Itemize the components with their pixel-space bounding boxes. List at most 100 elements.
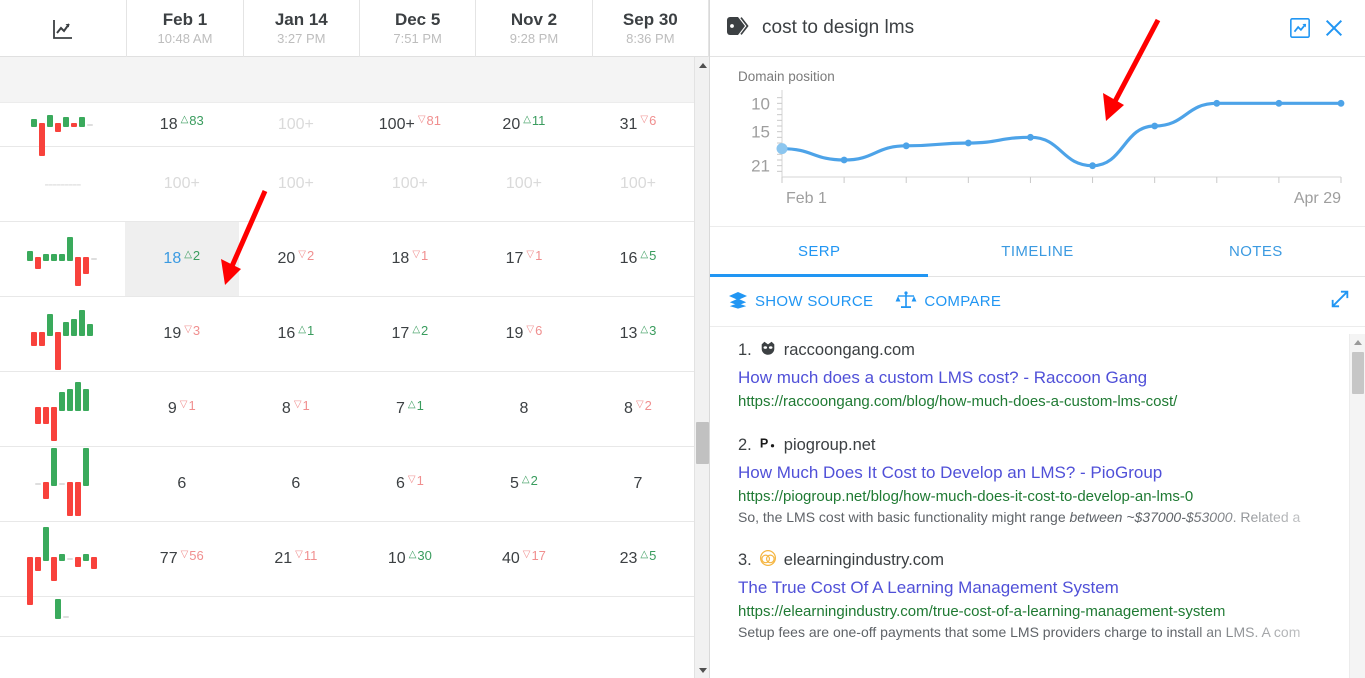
scroll-up-icon[interactable] (695, 57, 709, 73)
rank-cell[interactable]: 6 ▽ 1 (353, 447, 467, 521)
column-header-1[interactable]: Jan 14 3:27 PM (244, 0, 360, 57)
rank-cell[interactable]: 7 △ 1 (353, 372, 467, 446)
rank-cell[interactable]: 100+ (353, 147, 467, 221)
serp-result-title-link[interactable]: The True Cost Of A Learning Management S… (738, 577, 1349, 599)
serp-result-url[interactable]: https://piogroup.net/blog/how-much-does-… (738, 486, 1349, 507)
rank-cell[interactable]: 18 ▽ 1 (353, 222, 467, 296)
rank-cell[interactable]: 77 ▽ 56 (125, 522, 239, 596)
rank-cell[interactable]: 17 ▽ 1 (467, 222, 581, 296)
compare-button[interactable]: COMPARE (895, 290, 1001, 313)
table-row[interactable]: 9 ▽ 1 8 ▽ 1 7 △ 1 8 8 ▽ 2 (0, 372, 695, 447)
rank-cell[interactable]: 10 △ 30 (353, 522, 467, 596)
rank-cell[interactable]: 100+ (125, 147, 239, 221)
serp-result-title-link[interactable]: How Much Does It Cost to Develop an LMS?… (738, 462, 1349, 484)
sparkline-bar (59, 483, 66, 485)
chart-data-point[interactable] (1089, 162, 1096, 170)
rank-cell[interactable] (467, 597, 581, 636)
sparkline-bar (83, 553, 90, 561)
rank-delta-down: ▽ 6 (526, 323, 542, 338)
line-chart-icon[interactable] (1283, 11, 1317, 45)
table-row[interactable]: 18 △ 2 20 ▽ 2 18 ▽ 1 17 ▽ 1 16 △ 5 (0, 222, 695, 297)
rank-delta-down: ▽ 3 (184, 323, 200, 338)
rank-cell[interactable]: 18 △ 83 (125, 103, 239, 146)
serp-result-url[interactable]: https://raccoongang.com/blog/how-much-do… (738, 391, 1349, 412)
triangle-down-icon: ▽ (295, 548, 303, 560)
rank-cell[interactable]: 16 △ 1 (239, 297, 353, 371)
rank-cell[interactable]: 20 △ 11 (467, 103, 581, 146)
tab-notes[interactable]: NOTES (1146, 227, 1365, 276)
table-row[interactable]: 19 ▽ 3 16 △ 1 17 △ 2 19 ▽ 6 13 △ 3 (0, 297, 695, 372)
rank-cell[interactable]: 100+ (239, 103, 353, 146)
rank-cell[interactable]: 7 (581, 447, 695, 521)
chart-data-point[interactable] (902, 142, 910, 150)
rank-cell[interactable]: 8 ▽ 2 (581, 372, 695, 446)
serp-result-url[interactable]: https://elearningindustry.com/true-cost-… (738, 601, 1349, 622)
left-scrollbar-thumb[interactable] (696, 422, 709, 464)
rank-cell[interactable]: 19 ▽ 3 (125, 297, 239, 371)
rank-delta-value: 3 (192, 322, 201, 338)
rank-cell[interactable]: 6 (239, 447, 353, 521)
scroll-up-icon[interactable] (1350, 334, 1365, 350)
table-row[interactable] (0, 597, 695, 637)
rank-cell[interactable]: 23 △ 5 (581, 522, 695, 596)
chart-data-point[interactable] (1275, 99, 1283, 107)
rank-value: 100+ (277, 115, 314, 133)
rank-delta-value: 2 (306, 247, 315, 263)
serp-scrollbar-thumb[interactable] (1352, 352, 1364, 394)
serp-result-title-link[interactable]: How much does a custom LMS cost? - Racco… (738, 367, 1349, 389)
header-chart-icon-cell[interactable] (0, 0, 128, 57)
table-row[interactable]: --------- 100+ 100+ 100+ 100+ 100+ (0, 147, 695, 222)
scroll-down-icon[interactable] (695, 662, 709, 678)
rank-cell[interactable]: 13 △ 3 (581, 297, 695, 371)
left-scrollbar[interactable] (694, 57, 709, 678)
rank-cell[interactable] (353, 597, 467, 636)
rank-cell[interactable] (581, 597, 695, 636)
rank-cell[interactable]: 17 △ 2 (353, 297, 467, 371)
rank-cell[interactable]: 100+ (581, 147, 695, 221)
line-chart-icon (51, 17, 75, 41)
chart-data-point[interactable] (1151, 122, 1159, 130)
column-header-3[interactable]: Nov 2 9:28 PM (476, 0, 593, 57)
rank-cell[interactable] (125, 597, 239, 636)
chart-data-point[interactable] (840, 156, 848, 164)
chart-data-point[interactable] (964, 139, 972, 147)
rank-delta-value: 1 (188, 397, 196, 413)
chart-data-point[interactable] (1027, 133, 1034, 141)
serp-results-list: 1. raccoongang.com How much does a custom … (710, 327, 1365, 678)
column-header-4[interactable]: Sep 30 8:36 PM (593, 0, 709, 57)
rank-cell[interactable]: 20 ▽ 2 (239, 222, 353, 296)
rank-cell[interactable]: 16 △ 5 (581, 222, 695, 296)
expand-arrows-icon[interactable] (1329, 288, 1351, 315)
table-top-band (0, 57, 695, 103)
tab-timeline[interactable]: TIMELINE (928, 227, 1147, 276)
rank-cell[interactable]: 21 ▽ 11 (239, 522, 353, 596)
rank-cell[interactable]: 100+ ▽ 81 (353, 103, 467, 146)
rank-cell[interactable]: 100+ (467, 147, 581, 221)
column-header-0[interactable]: Feb 1 10:48 AM (127, 0, 244, 57)
show-source-button[interactable]: SHOW SOURCE (728, 291, 873, 313)
column-header-2[interactable]: Dec 5 7:51 PM (360, 0, 477, 57)
chart-data-point[interactable] (776, 143, 788, 155)
table-row[interactable]: 18 △ 83 100+ 100+ ▽ 81 20 △ 11 31 ▽ 6 (0, 103, 695, 157)
rank-cell[interactable]: 40 ▽ 17 (467, 522, 581, 596)
rank-cell[interactable]: 8 (467, 372, 581, 446)
serp-scrollbar[interactable] (1349, 334, 1365, 678)
sparkline-cell (0, 522, 125, 605)
rank-cell[interactable]: 9 ▽ 1 (125, 372, 239, 446)
chart-data-point[interactable] (1213, 99, 1221, 107)
rank-cell[interactable]: 100+ (239, 147, 353, 221)
rank-value: 6 (395, 475, 405, 492)
tab-serp[interactable]: SERP (710, 227, 929, 277)
sparkline-bar (59, 553, 66, 561)
rank-cell[interactable]: 6 (125, 447, 239, 521)
chart-data-point[interactable] (1337, 99, 1345, 107)
rank-cell[interactable]: 5 △ 2 (467, 447, 581, 521)
table-row[interactable]: 6 6 6 ▽ 1 5 △ 2 7 (0, 447, 695, 522)
rank-cell[interactable]: 19 ▽ 6 (467, 297, 581, 371)
rank-cell[interactable]: 31 ▽ 6 (581, 103, 695, 146)
rank-cell[interactable] (239, 597, 353, 636)
rank-cell[interactable]: 8 ▽ 1 (239, 372, 353, 446)
close-icon[interactable] (1317, 11, 1351, 45)
table-row[interactable]: 77 ▽ 56 21 ▽ 11 10 △ 30 40 ▽ 17 23 △ 5 (0, 522, 695, 605)
rank-cell-selected[interactable]: 18 △ 2 (124, 222, 239, 296)
